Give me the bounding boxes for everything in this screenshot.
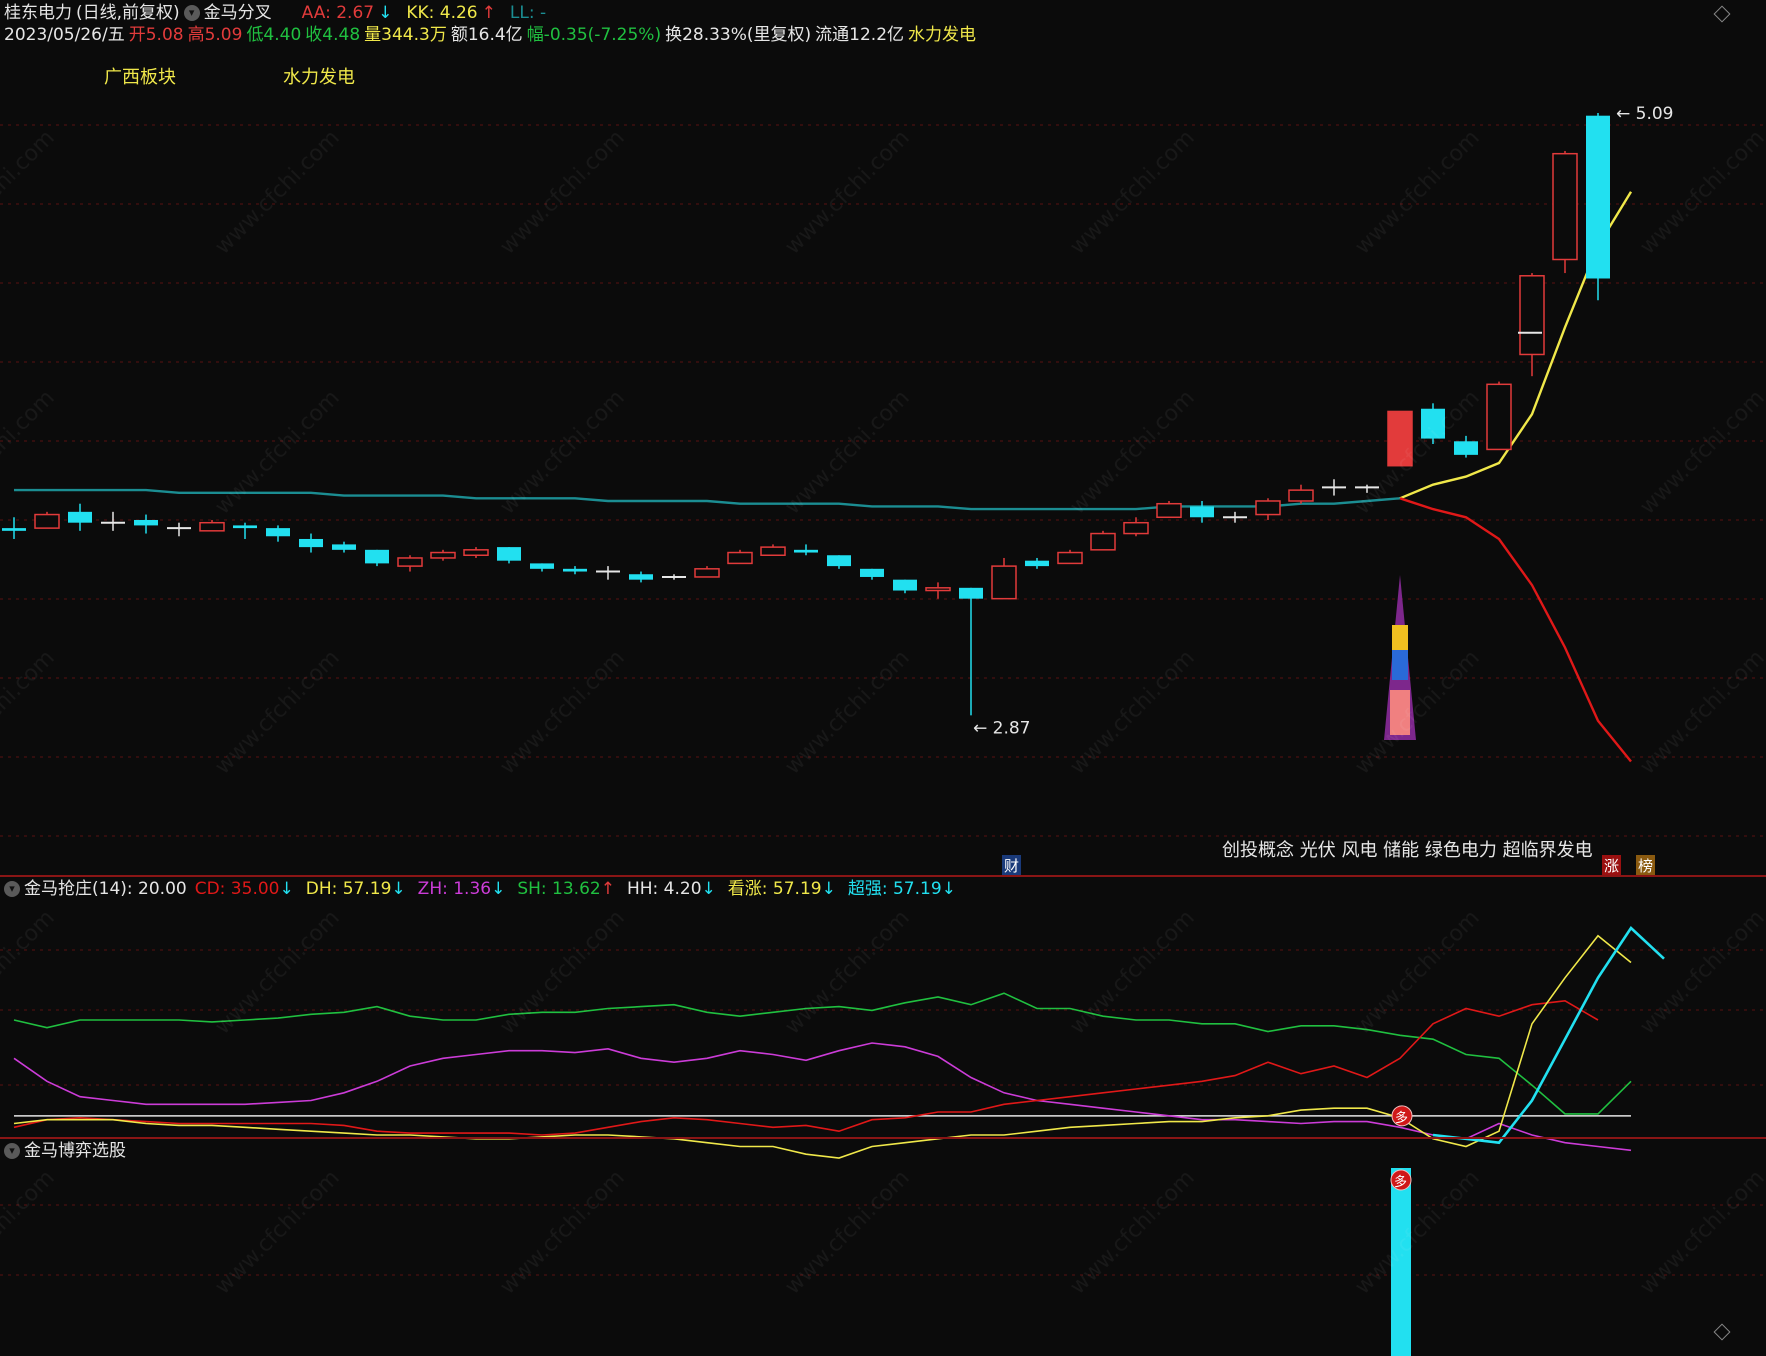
candle-body [1421, 408, 1445, 439]
candle-body [1454, 441, 1478, 455]
low-price-label: ← 2.87 [973, 718, 1031, 738]
candle-body [1123, 521, 1149, 535]
sub1-header: ▾ 金马抢庄(14): 20.00 CD: 35.00↓ DH: 57.19↓ ZH: … [4, 878, 960, 900]
sub1-toggle-icon[interactable]: ▾ [4, 881, 20, 897]
zh-value: ZH: 1.36 [417, 879, 492, 899]
sh-arrow-up-icon: ↑ [600, 879, 615, 899]
sub2-toggle-icon[interactable]: ▾ [4, 1143, 20, 1159]
zh-arrow-down-icon: ↓ [491, 879, 506, 899]
candle-body [497, 547, 521, 561]
dh-value: DH: 57.19 [305, 879, 392, 899]
candle-body [1586, 115, 1610, 279]
candle-body [1519, 275, 1545, 356]
candle-body [430, 551, 456, 559]
kz-arrow-down-icon: ↓ [821, 879, 836, 899]
candle-body [266, 528, 290, 537]
dh-arrow-down-icon: ↓ [391, 879, 406, 899]
panel-divider-2[interactable] [0, 1137, 1766, 1139]
industry-tag[interactable]: 水力发电 [283, 63, 355, 89]
signal-band-pink [1390, 690, 1410, 735]
candle-body [1190, 506, 1214, 518]
candle-body [2, 528, 26, 531]
candle-body [463, 549, 489, 557]
cd-value: CD: 35.00 [194, 879, 280, 899]
candle-body [1387, 410, 1413, 467]
ma-line-red [1399, 497, 1632, 763]
candle-body [925, 587, 951, 592]
badge-cai[interactable]: 财 [1002, 855, 1022, 876]
candle-body [134, 519, 158, 526]
sub1-line-magenta [13, 1042, 1632, 1152]
candle-body [727, 551, 753, 565]
candle-body [68, 511, 92, 523]
sh-value: SH: 13.62 [517, 879, 601, 899]
panel-divider-1[interactable] [0, 875, 1766, 877]
candle-body [397, 557, 423, 567]
candle-body [1057, 551, 1083, 565]
sub1-signal-text: 多 [1395, 1110, 1408, 1126]
candle-body [991, 565, 1017, 600]
candle-body [1552, 152, 1578, 261]
candle-body [694, 568, 720, 578]
candle-body [365, 549, 389, 564]
candle-body [1486, 383, 1512, 451]
sub1-title[interactable]: 金马抢庄(14) [24, 879, 127, 899]
kz-value: 看涨: 57.19 [727, 879, 822, 899]
sub1-line-red [13, 999, 1599, 1136]
cd-arrow-down-icon: ↓ [279, 879, 294, 899]
candle-body [629, 574, 653, 580]
candle-body [34, 513, 60, 529]
sub2-bar [1391, 1168, 1411, 1356]
high-price-label: ← 5.09 [1616, 104, 1674, 124]
concepts-text: 创投概念 光伏 风电 储能 绿色电力 超临界发电 [1222, 840, 1593, 861]
candle-body [530, 563, 554, 569]
sub2-header: ▾ 金马博弈选股 [4, 1140, 130, 1162]
chart-area[interactable]: ← 5.09← 2.87多多 [0, 0, 1766, 1356]
signal-band-yellow [1392, 625, 1408, 650]
sub2-title[interactable]: 金马博弈选股 [24, 1141, 126, 1161]
sub1-value: : 20.00 [126, 879, 187, 899]
candle-body [1156, 502, 1182, 519]
candle-body [760, 546, 786, 557]
candle-body [1255, 500, 1281, 516]
badge-zhang[interactable]: 涨 [1602, 855, 1622, 876]
candle-body [332, 544, 356, 550]
hh-arrow-down-icon: ↓ [701, 879, 716, 899]
candle-body [299, 538, 323, 548]
candle-body [563, 568, 587, 572]
candle-body [1090, 532, 1116, 551]
candle-body [1288, 489, 1314, 502]
candle-body [860, 568, 884, 577]
candle-body [893, 579, 917, 591]
candle-body [827, 555, 851, 567]
candle-body [199, 521, 225, 532]
signal-band-blue [1392, 650, 1408, 680]
candle-body [1025, 560, 1049, 567]
sub2-signal-text: 多 [1394, 1174, 1407, 1190]
cq-arrow-down-icon: ↓ [941, 879, 956, 899]
candle-body [959, 587, 983, 599]
ma-line-teal [14, 488, 1401, 511]
candle-body [794, 549, 818, 553]
sub1-line-green [13, 992, 1632, 1115]
cq-value: 超强: 57.19 [847, 879, 942, 899]
badge-bang[interactable]: 榜 [1636, 855, 1656, 876]
candle-body [233, 525, 257, 529]
hh-value: HH: 4.20 [626, 879, 702, 899]
region-tag[interactable]: 广西板块 [104, 63, 176, 89]
